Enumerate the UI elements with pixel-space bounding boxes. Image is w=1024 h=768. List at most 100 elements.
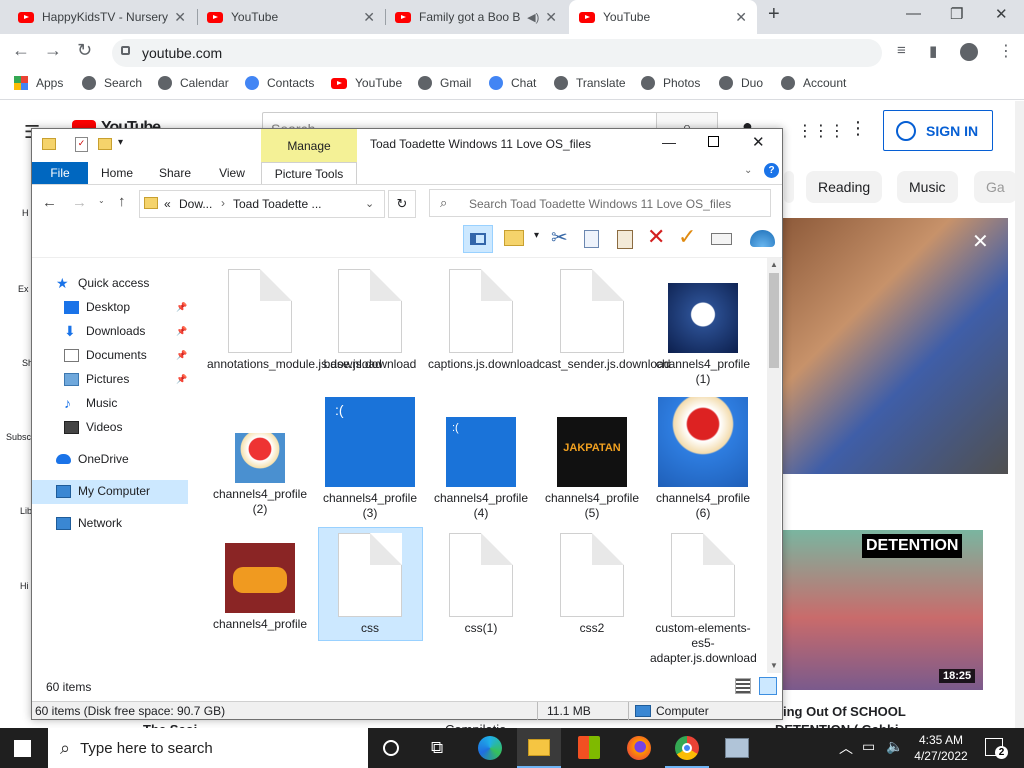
tab-share[interactable]: Share [150,162,200,184]
start-button[interactable] [14,740,31,757]
bookmark-gmail[interactable]: Gmail [418,76,471,90]
nav-my-computer[interactable]: My Computer [56,484,150,498]
copy-icon[interactable] [584,230,599,248]
quick-access-toolbar-dropdown-icon[interactable]: ▾ [118,137,123,148]
cut-icon[interactable]: ✂ [551,225,568,250]
file-item[interactable]: custom-elements-es5-adapter.js.download [650,527,757,666]
rename-icon[interactable] [711,233,732,245]
bookmark-duo[interactable]: Duo [719,76,763,90]
task-view-icon[interactable]: ⧉ [431,738,443,758]
scroll-down-icon[interactable]: ▼ [770,661,778,670]
properties-icon[interactable]: ✓ [75,137,88,152]
close-tab-icon[interactable]: ✕ [545,9,557,26]
chrome-menu-icon[interactable]: ⋮ [998,41,1014,61]
volume-icon[interactable]: 🔈 [886,738,903,755]
tab-home[interactable]: Home [92,162,142,184]
bookmark-apps[interactable]: Apps [14,76,63,90]
forward-button[interactable]: → [44,40,62,61]
address-url[interactable]: youtube.com [142,45,222,61]
nav-documents[interactable]: Documents [64,348,147,362]
file-item[interactable]: channels4_profile (6) [650,397,756,521]
preview-pane-button[interactable] [463,225,493,253]
scroll-up-icon[interactable]: ▲ [770,260,778,269]
tab-view[interactable]: View [207,162,257,184]
help-icon[interactable]: ? [764,163,779,178]
shell-icon[interactable] [750,230,775,247]
network-icon[interactable]: ▭ [862,738,875,755]
chrome-icon[interactable] [675,736,699,760]
apps-grid-icon[interactable]: ⋮⋮⋮ [797,121,845,141]
nav-onedrive[interactable]: OneDrive [56,452,129,466]
nav-quick-access[interactable]: ★ Quick access [56,276,149,291]
show-hidden-icons[interactable]: ︿ [839,738,853,758]
filter-chip[interactable] [784,171,794,203]
bookmark-contacts[interactable]: Contacts [245,76,314,90]
recent-locations-icon[interactable]: ⌄ [98,196,105,205]
restore-button[interactable]: ❐ [950,5,963,23]
minimize-button[interactable]: — [662,134,676,150]
file-item[interactable]: css(1) [428,527,534,636]
expand-ribbon-icon[interactable]: ⌄ [744,165,752,176]
file-item[interactable]: :(channels4_profile (3) [317,397,423,521]
file-item[interactable]: base.js.download [317,269,423,372]
refresh-button[interactable]: ↻ [388,190,416,218]
cortana-icon[interactable] [383,740,399,756]
new-folder-icon[interactable] [504,230,524,246]
address-bar[interactable]: youtube.com [112,39,882,67]
sidebar-history[interactable]: Hi [20,581,29,591]
browser-tab[interactable]: HappyKidsTV - Nursery ✕ [8,0,196,34]
close-tab-icon[interactable]: ✕ [735,9,747,26]
bookmark-account[interactable]: Account [781,76,846,90]
scrollbar-thumb[interactable] [769,273,779,368]
dropdown-icon[interactable]: ▾ [534,230,539,241]
file-item[interactable]: channels4_profile (2) [207,397,313,517]
nav-videos[interactable]: Videos [64,420,122,434]
browser-tab[interactable]: YouTube ✕ [197,0,385,34]
explorer-search-input[interactable]: ⌕ Search Toad Toadette Windows 11 Love O… [429,189,771,217]
nav-downloads[interactable]: ⬇ Downloads [64,324,145,339]
breadcrumb-overflow[interactable]: « [164,197,171,211]
nav-network[interactable]: Network [56,516,122,530]
new-tab-button[interactable]: + [768,3,780,26]
sidebar-explore[interactable]: Ex [18,284,29,294]
file-item[interactable]: :(channels4_profile (4) [428,397,534,521]
edge-icon[interactable] [478,736,502,760]
tab-file[interactable]: File [32,162,88,184]
tab-picture-tools[interactable]: Picture Tools [261,162,357,184]
up-button[interactable]: ↑ [118,193,126,210]
close-tab-icon[interactable]: ✕ [174,9,186,26]
close-window-button[interactable]: ✕ [995,5,1008,23]
new-folder-icon[interactable] [98,138,112,150]
close-button[interactable]: ✕ [752,133,765,151]
browser-tab-active[interactable]: YouTube ✕ [569,0,757,34]
file-item[interactable]: channels4_profile [207,527,313,632]
bookmark-photos[interactable]: Photos [641,76,700,90]
clock[interactable]: 4:35 AM 4/27/2022 [908,732,974,764]
bookmark-translate[interactable]: Translate [554,76,626,90]
large-icons-view-button[interactable] [759,677,777,695]
close-tab-icon[interactable]: ✕ [363,9,375,26]
file-item[interactable]: captions.js.download [428,269,539,372]
nav-music[interactable]: ♪ Music [64,396,117,411]
breadcrumb-current[interactable]: Toad Toadette ... [233,197,322,211]
minimize-button[interactable]: — [906,5,921,22]
filter-chip[interactable]: Music [897,171,958,203]
more-options-icon[interactable]: ⋮ [849,118,867,139]
file-item[interactable]: css2 [539,527,645,636]
file-item[interactable]: annotations_module.js.download [207,269,382,372]
media-control-icon[interactable]: ≡ [897,42,906,59]
breadcrumb-downloads[interactable]: Dow... [179,197,212,211]
page-scrollbar[interactable] [1015,101,1024,728]
forward-button[interactable]: → [72,194,87,211]
sign-in-button[interactable]: SIGN IN [883,110,993,151]
file-item[interactable]: cast_sender.js.download [539,269,670,372]
sidebar-subscriptions[interactable]: Subsc [6,432,31,442]
taskbar-search-box[interactable]: ⌕ Type here to search [48,728,368,768]
file-item[interactable]: channels4_profile (1) [650,269,756,387]
paste-icon[interactable] [617,230,633,249]
file-item[interactable]: JAKPATAN channels4_profile (5) [539,397,645,521]
app-icon[interactable] [725,738,749,758]
audio-playing-icon[interactable]: ◀) [527,11,539,24]
address-dropdown-icon[interactable]: ⌄ [365,197,374,210]
sidebar-home[interactable]: H [22,208,29,218]
